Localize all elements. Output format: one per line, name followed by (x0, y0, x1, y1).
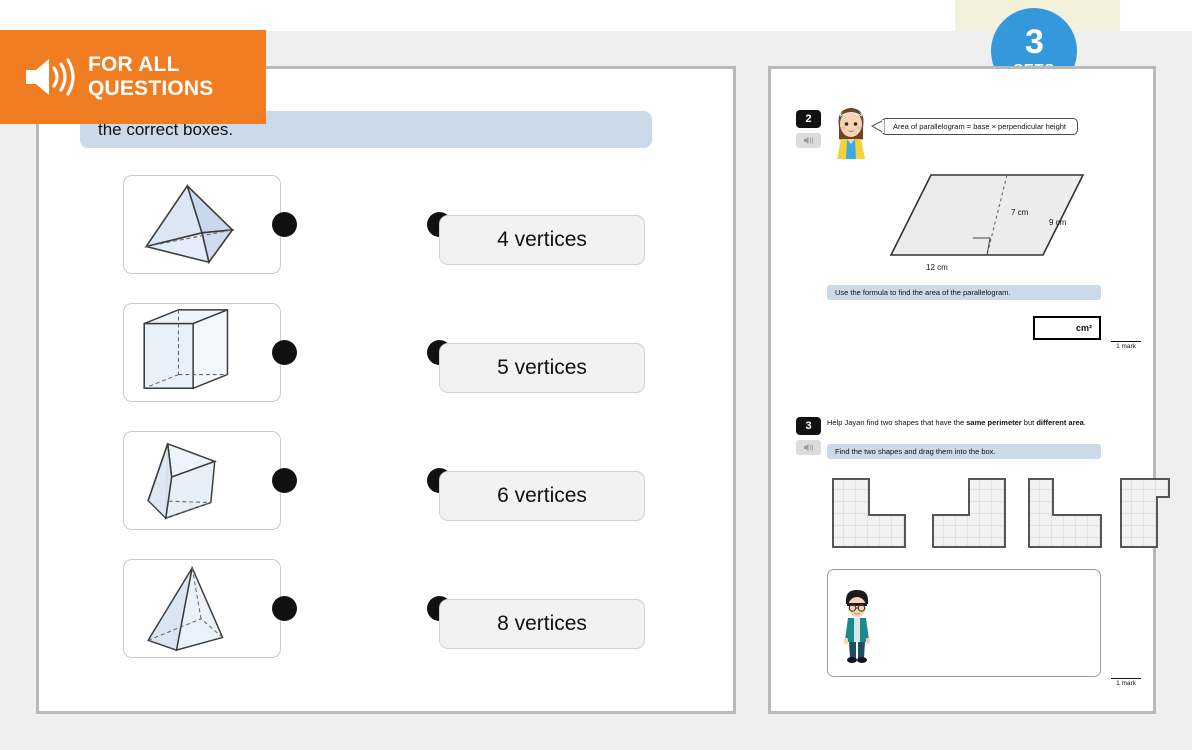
question3-text-part2: but (1021, 418, 1037, 427)
question3-text-bold1: same perimeter (966, 418, 1022, 427)
option-6-vertices[interactable]: 6 vertices (439, 471, 645, 521)
for-all-questions-line1: FOR ALL (88, 52, 180, 76)
shape-card-cube[interactable] (123, 303, 281, 402)
option-8-vertices-label: 8 vertices (497, 612, 587, 635)
question2-answer-box[interactable]: cm² (1033, 316, 1101, 340)
girl-avatar (837, 108, 865, 159)
option-8-vertices[interactable]: 8 vertices (439, 599, 645, 649)
grid-shape-2[interactable] (931, 477, 1011, 549)
question2-formula-text: Area of parallelogram = base × perpendic… (892, 122, 1067, 131)
connector-dot-shape-1[interactable] (272, 212, 297, 237)
for-all-questions-overlay[interactable]: FOR ALL QUESTIONS (0, 30, 266, 124)
question3-mark-label: 1 mark (1111, 678, 1141, 687)
grid-shape-4[interactable] (1119, 477, 1192, 549)
question2-instruction-text: Use the formula to find the area of the … (835, 288, 1011, 297)
for-all-questions-line2: QUESTIONS (88, 77, 214, 100)
shape-card-tetrahedron[interactable] (123, 175, 281, 274)
question2-number-badge: 2 (796, 110, 821, 128)
parallelogram-side-label: 9 cm (1049, 218, 1067, 227)
question3-text-part3: . (1083, 418, 1086, 427)
question2-instruction-bar: Use the formula to find the area of the … (827, 285, 1101, 300)
question3-text-part1: Help Jayan find two shapes that have the (827, 418, 967, 427)
parallelogram-height-label: 7 cm (1011, 208, 1029, 217)
connector-dot-shape-4[interactable] (272, 596, 297, 621)
speaker-icon (803, 443, 813, 452)
question3-number-badge: 3 (796, 417, 821, 435)
grid-shape-1[interactable] (831, 477, 911, 549)
question3-drop-box[interactable] (827, 569, 1101, 677)
connector-dot-shape-2[interactable] (272, 340, 297, 365)
question2-number: 2 (805, 113, 812, 125)
question2-answer-unit: cm² (1075, 323, 1092, 333)
question2-mark-label: 1 mark (1111, 341, 1141, 350)
speaker-icon (26, 58, 75, 96)
option-5-vertices[interactable]: 5 vertices (439, 343, 645, 393)
for-all-questions-text: FOR ALL QUESTIONS (88, 53, 213, 101)
parallelogram-diagram: 7 cm 9 cm 12 cm (889, 174, 1085, 272)
question3-number: 3 (805, 420, 812, 432)
left-question-panel: the correct boxes. 4 vertices 5 vertices… (36, 66, 736, 714)
grid-shape-3[interactable] (1027, 477, 1107, 549)
parallelogram-base-label: 12 cm (926, 263, 948, 272)
speaker-icon (803, 136, 813, 145)
question3-text: Help Jayan find two shapes that have the… (827, 418, 1127, 427)
option-5-vertices-label: 5 vertices (497, 356, 587, 379)
question3-speaker-button[interactable] (796, 440, 821, 455)
sets-badge-count: 3 (1025, 23, 1044, 61)
speech-bubble-tail-icon (871, 119, 885, 134)
connector-dot-shape-3[interactable] (272, 468, 297, 493)
question3-instruction-bar: Find the two shapes and drag them into t… (827, 444, 1101, 459)
option-6-vertices-label: 6 vertices (497, 484, 587, 507)
question3-text-bold2: different area (1036, 418, 1084, 427)
option-4-vertices[interactable]: 4 vertices (439, 215, 645, 265)
question2-speaker-button[interactable] (796, 133, 821, 148)
shape-card-square-pyramid[interactable] (123, 559, 281, 658)
boy-avatar-jayan (844, 590, 870, 663)
right-question-panel: 2 Area of parallelogram = base × perpend… (768, 66, 1170, 714)
question3-instruction-text: Find the two shapes and drag them into t… (835, 447, 996, 456)
shape-card-triangular-prism[interactable] (123, 431, 281, 530)
question2-speech-bubble: Area of parallelogram = base × perpendic… (881, 118, 1078, 135)
option-4-vertices-label: 4 vertices (497, 228, 587, 251)
